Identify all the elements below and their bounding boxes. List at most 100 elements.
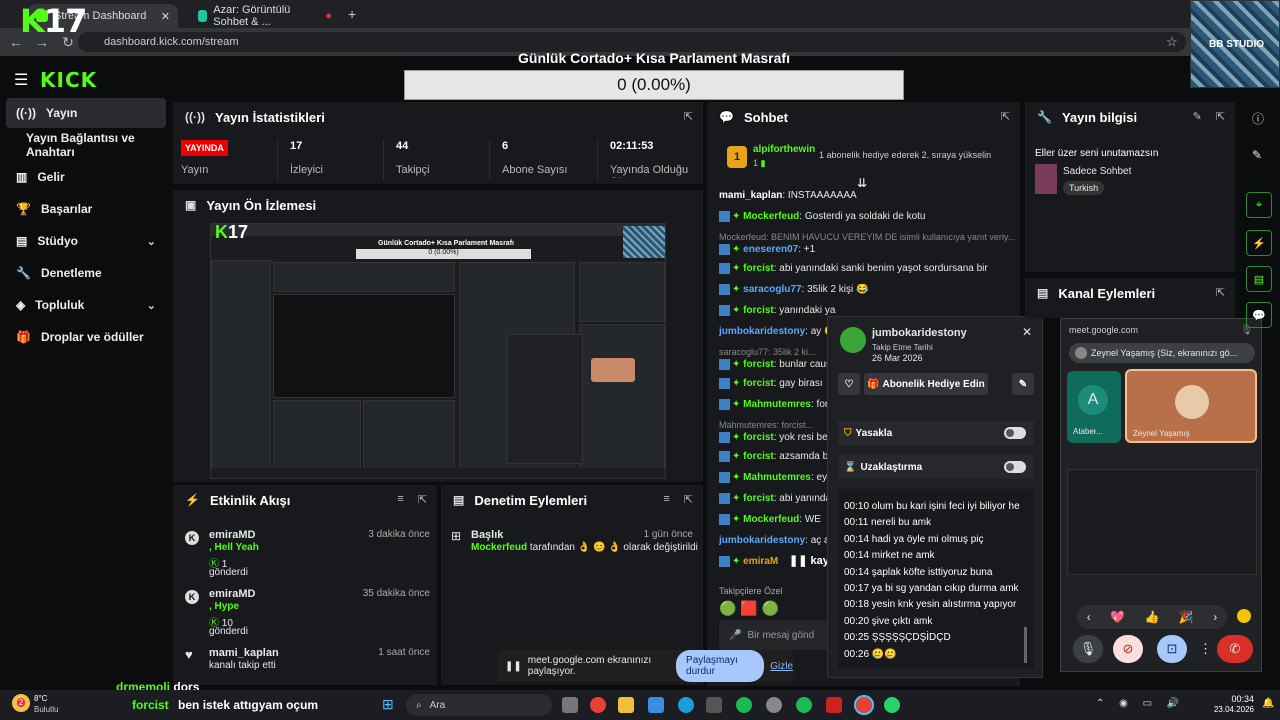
- tab-azar[interactable]: Azar: Görüntülü Sohbet & ... ●: [190, 4, 340, 28]
- thumbs-up-icon[interactable]: 👍: [1145, 610, 1160, 624]
- chat-message[interactable]: ✦ eneseren07: +1: [719, 244, 1019, 255]
- chat-username[interactable]: jumbokaridestony: [719, 535, 805, 546]
- sidebar-item-stream-key[interactable]: Yayın Bağlantısı ve Anahtarı: [6, 130, 166, 160]
- chat-username[interactable]: Mahmutemres: [743, 399, 811, 410]
- popout-icon[interactable]: ⇱: [418, 493, 427, 506]
- gift-sub-button[interactable]: 🎁 Abonelik Hediye Edin: [864, 373, 988, 395]
- presenting-bar[interactable]: Zeynel Yaşamış (Siz, ekranınızı gö...: [1069, 343, 1255, 363]
- kick-logo[interactable]: KICK: [40, 68, 97, 92]
- chat-message[interactable]: ✦ Mockerfeud: Gosterdi ya soldaki de kot…: [719, 211, 1019, 222]
- edit-icon[interactable]: ✎: [1252, 148, 1262, 162]
- menu-icon[interactable]: ☰: [14, 70, 28, 90]
- popout-icon[interactable]: ⇱: [1001, 110, 1010, 123]
- chat-message[interactable]: ✦ forcist: abi yanındaki sanki benim yaş…: [719, 263, 1019, 274]
- chat-input[interactable]: 🎤 Bir mesaj gönd: [719, 620, 829, 650]
- stop-sharing-button[interactable]: Paylaşmayı durdur: [676, 650, 765, 682]
- present-button[interactable]: ⊡: [1157, 635, 1187, 663]
- chevron-right-icon[interactable]: ›: [1213, 610, 1217, 624]
- more-options-icon[interactable]: ⋮: [1199, 641, 1212, 657]
- bookmark-star-icon[interactable]: ☆: [1166, 34, 1178, 50]
- windows-start-icon[interactable]: ⊞: [382, 696, 394, 713]
- rail-notes-button[interactable]: ▤: [1246, 266, 1272, 292]
- filter-icon[interactable]: ≡: [397, 493, 403, 506]
- heart-reaction-icon[interactable]: 💖: [1110, 610, 1125, 624]
- new-tab-button[interactable]: +: [348, 6, 356, 22]
- chat-username[interactable]: forcist: [743, 378, 774, 389]
- follow-heart-button[interactable]: ♡: [838, 373, 860, 395]
- chrome-icon[interactable]: [590, 697, 606, 713]
- reactions-bar[interactable]: ‹ 💖 👍 🎉 ›: [1077, 605, 1227, 629]
- end-call-button[interactable]: ✆: [1217, 635, 1253, 663]
- sidebar-item-droplar[interactable]: 🎁 Droplar ve ödüller: [6, 322, 166, 352]
- weather-icon[interactable]: 2: [12, 694, 30, 712]
- chat-message[interactable]: ✦ saracoglu77: 35lik 2 kişi 😂: [719, 284, 1019, 295]
- emote-row[interactable]: 🟢🟥🟢: [719, 600, 783, 617]
- chat-username[interactable]: mami_kaplan: [719, 190, 782, 201]
- taskbar-search[interactable]: ⌕ Ara: [406, 694, 552, 716]
- sidebar-item-studyo[interactable]: ▤ Stüdyo ⌄: [6, 226, 166, 256]
- notification-bell-icon[interactable]: 🔔: [1262, 698, 1274, 709]
- mic-button[interactable]: 🎙: [1073, 635, 1103, 663]
- url-field[interactable]: dashboard.kick.com/stream: [78, 32, 1186, 52]
- task-view-icon[interactable]: [562, 697, 578, 713]
- popout-icon[interactable]: ⇱: [684, 493, 693, 506]
- party-icon[interactable]: 🎉: [1179, 610, 1194, 624]
- app-icon[interactable]: [706, 697, 722, 713]
- chat-username[interactable]: saracoglu77: [743, 284, 801, 295]
- close-icon[interactable]: ✕: [1022, 325, 1032, 339]
- ban-toggle[interactable]: [1004, 427, 1026, 439]
- mod-tools-button[interactable]: ✎: [1012, 373, 1034, 395]
- rail-clip-button[interactable]: ⌖: [1246, 192, 1272, 218]
- chat-message[interactable]: mami_kaplan: INSTAAAAAAA: [719, 190, 1019, 201]
- rail-lightning-button[interactable]: ⚡: [1246, 230, 1272, 256]
- filter-icon[interactable]: ≡: [663, 493, 669, 506]
- chat-username[interactable]: emiraM: [743, 556, 778, 567]
- participant-tile-ataber[interactable]: A Ataber...: [1067, 371, 1121, 443]
- sidebar-item-yayin[interactable]: ((·)) Yayın: [6, 98, 166, 128]
- participant-tile-zeynel[interactable]: Zeynel Yaşamış: [1125, 369, 1257, 443]
- timeout-toggle[interactable]: [1004, 461, 1026, 473]
- camera-off-button[interactable]: ⊘: [1113, 635, 1143, 663]
- chat-username[interactable]: forcist: [743, 305, 774, 316]
- chat-username[interactable]: forcist: [743, 359, 774, 370]
- spotify-icon[interactable]: [796, 697, 812, 713]
- sidebar-item-basarilar[interactable]: 🏆 Başarılar: [6, 194, 166, 224]
- rail-chat-button[interactable]: 💬: [1246, 302, 1272, 328]
- store-icon[interactable]: [648, 697, 664, 713]
- sidebar-item-denetleme[interactable]: 🔧 Denetleme: [6, 258, 166, 288]
- sidebar-item-topluluk[interactable]: ◈ Topluluk ⌄: [6, 290, 166, 320]
- emoji-icon[interactable]: [1237, 609, 1251, 623]
- chevron-down-icon[interactable]: ⇊: [857, 176, 867, 190]
- chat-username[interactable]: Mockerfeud: [743, 514, 799, 525]
- popout-icon[interactable]: ⇱: [1216, 110, 1225, 123]
- chat-username[interactable]: forcist: [743, 451, 774, 462]
- log-scrollbar[interactable]: [1024, 627, 1027, 663]
- popout-icon[interactable]: ⇱: [684, 110, 693, 123]
- popout-icon[interactable]: ⇱: [1216, 286, 1225, 299]
- chat-username[interactable]: Mockerfeud: [743, 211, 799, 222]
- file-explorer-icon[interactable]: [618, 697, 634, 713]
- obs-icon[interactable]: [766, 697, 782, 713]
- spotify-icon[interactable]: [736, 697, 752, 713]
- chat-username[interactable]: eneseren07: [743, 244, 798, 255]
- edge-icon[interactable]: [678, 697, 694, 713]
- app-icon[interactable]: [826, 697, 842, 713]
- system-tray-icons[interactable]: ⌃ ◉ ▭ 🔊: [1096, 698, 1185, 709]
- pinned-user[interactable]: alpiforthewin: [753, 144, 815, 155]
- chat-username[interactable]: Mahmutemres: [743, 472, 811, 483]
- chat-username[interactable]: jumbokaridestony: [719, 326, 805, 337]
- chat-username[interactable]: forcist: [743, 493, 774, 504]
- chat-username[interactable]: forcist: [743, 263, 774, 274]
- whatsapp-icon[interactable]: [884, 697, 900, 713]
- sidebar-item-gelir[interactable]: ▥ Gelir: [6, 162, 166, 192]
- hide-link[interactable]: Gizle: [770, 661, 793, 672]
- info-icon[interactable]: ⓘ: [1252, 110, 1264, 127]
- category-name[interactable]: Sadece Sohbet: [1063, 166, 1131, 177]
- chrome-icon[interactable]: [854, 695, 874, 715]
- chat-message[interactable]: ✦ forcist: yanındaki ya: [719, 305, 1019, 316]
- close-tab-icon[interactable]: ✕: [161, 10, 170, 23]
- edit-icon[interactable]: ✎: [1193, 110, 1202, 123]
- chevron-left-icon[interactable]: ‹: [1087, 610, 1091, 624]
- chat-username[interactable]: forcist: [743, 432, 774, 443]
- stream-preview-video[interactable]: K17 Günlük Cortado+ Kısa Parlament Masra…: [210, 223, 666, 479]
